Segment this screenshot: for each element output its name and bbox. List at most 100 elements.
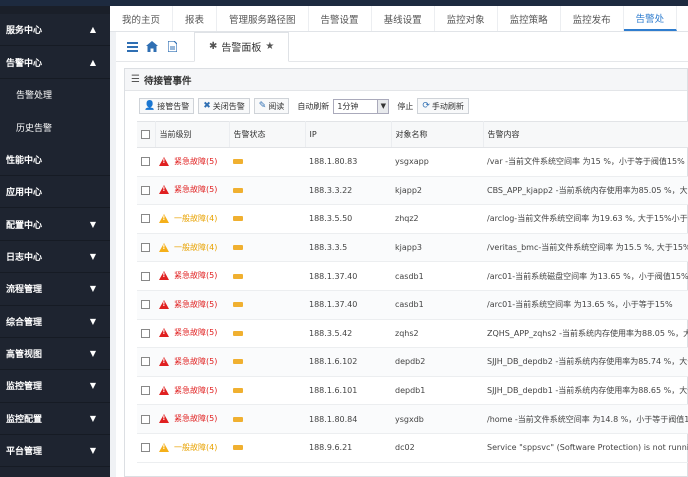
- refresh-interval-select[interactable]: 1分钟 ▼: [333, 98, 390, 114]
- sidebar-item[interactable]: 综合管理 ▼: [0, 306, 110, 338]
- sidebar-item[interactable]: 平台管理 ▼: [0, 435, 110, 468]
- nav-tab[interactable]: 告警设置: [309, 6, 372, 31]
- sidebar-item[interactable]: 应用中心: [0, 176, 110, 209]
- row-checkbox[interactable]: [141, 357, 150, 367]
- warning-icon: [159, 385, 169, 395]
- status-badge: [233, 330, 243, 336]
- table-row[interactable]: 紧急故障(5) 188.1.80.83ysgxapp/var -当前文件系统空间率…: [137, 147, 688, 177]
- sidebar-item[interactable]: 性能中心: [0, 144, 110, 176]
- stop-button[interactable]: 停止: [397, 101, 413, 112]
- sidebar-item[interactable]: 历史告警: [0, 111, 110, 144]
- col-header-content[interactable]: 告警内容: [483, 121, 688, 148]
- content-cell: /arc01-当前系统磁盘空间率 为13.65 %，小于阀值15%: [483, 261, 688, 291]
- sidebar-item[interactable]: 日志中心 ▼: [0, 241, 110, 274]
- sidebar-item[interactable]: 告警中心 ▲: [0, 46, 110, 79]
- sidebar-item-label: 服务中心: [6, 26, 43, 37]
- ip-cell: 188.3.5.50: [305, 204, 391, 234]
- content-cell: Service "sppsvc" (Software Protection) i…: [483, 433, 688, 463]
- ip-cell: 188.3.5.42: [305, 319, 391, 349]
- row-checkbox[interactable]: [141, 443, 150, 453]
- sidebar-item-label: 监控管理: [6, 382, 43, 393]
- table-row[interactable]: 紧急故障(5) 188.1.6.102depdb2SJJH_DB_depdb2 -…: [137, 347, 688, 377]
- table-row[interactable]: 紧急故障(5) 188.1.6.101depdb1SJJH_DB_depdb1 -…: [137, 376, 688, 406]
- table-row[interactable]: 紧急故障(5) 188.3.3.22kjapp2CBS_APP_kjapp2 -当…: [137, 176, 688, 206]
- row-select-cell: [137, 233, 155, 263]
- sidebar-item-label: 日志中心: [6, 252, 43, 263]
- col-header-status[interactable]: 告警状态: [229, 121, 306, 148]
- level-text: 紧急故障(5): [174, 385, 218, 395]
- ip-cell: 188.9.6.21: [305, 433, 391, 463]
- sidebar-item-label: 平台管理: [6, 447, 43, 458]
- object-cell: kjapp3: [391, 233, 483, 263]
- nav-tab[interactable]: 监控策略: [498, 6, 561, 31]
- document-icon[interactable]: [164, 39, 180, 55]
- chevron-down-icon: ▼: [89, 381, 96, 391]
- table-row[interactable]: 紧急故障(5) 188.1.37.40casdb1/arc01-当前系统磁盘空间率…: [137, 261, 688, 291]
- nav-tab[interactable]: 监控对象: [435, 6, 498, 31]
- chevron-down-icon: ▼: [89, 251, 96, 261]
- table-row[interactable]: 紧急故障(5) 188.3.5.42zqhs2ZQHS_APP_zqhs2 -当前…: [137, 319, 688, 349]
- table-row[interactable]: 紧急故障(5) 188.1.37.40casdb1/arc01-当前系统空间率 为…: [137, 290, 688, 320]
- row-checkbox[interactable]: [141, 185, 150, 195]
- row-checkbox[interactable]: [141, 300, 150, 310]
- table-row[interactable]: 一般故障(4) 188.3.5.50zhqz2/arclog-当前文件系统空间率 …: [137, 204, 688, 234]
- row-checkbox[interactable]: [141, 414, 150, 424]
- table-row[interactable]: 一般故障(4) 188.9.6.21dc02Service "sppsvc" (S…: [137, 433, 688, 463]
- home-icon[interactable]: [144, 39, 160, 55]
- nav-tab[interactable]: 报表: [173, 6, 218, 31]
- pencil-icon: ✎: [258, 101, 267, 111]
- sidebar-item[interactable]: 高管视图 ▼: [0, 338, 110, 371]
- star-icon[interactable]: ★: [265, 41, 274, 52]
- events-table-body: 紧急故障(5) 188.1.80.83ysgxapp/var -当前文件系统空间率…: [137, 147, 688, 463]
- row-select-cell: [137, 176, 155, 206]
- col-header-object[interactable]: 对象名称: [391, 121, 484, 148]
- level-cell: 一般故障(4): [155, 433, 229, 463]
- main-content: ✱ 告警面板 ★ ☰ 待接管事件 👤 接管告警 ✖ 关闭告警 ✎ 阅读 自动刷新: [116, 31, 688, 477]
- ip-cell: 188.3.3.5: [305, 233, 391, 263]
- select-all-checkbox[interactable]: [141, 130, 150, 139]
- chevron-up-icon: ▲: [89, 57, 96, 67]
- row-checkbox[interactable]: [141, 243, 150, 253]
- sidebar-item[interactable]: 流程管理 ▼: [0, 273, 110, 306]
- row-checkbox[interactable]: [141, 214, 150, 224]
- object-cell: dc02: [391, 433, 483, 463]
- col-header-level[interactable]: 当前级别: [155, 121, 230, 148]
- level-text: 紧急故障(5): [174, 185, 218, 195]
- sidebar-item[interactable]: 监控配置 ▼: [0, 403, 110, 436]
- content-cell: /veritas_bmc-当前文件系统空间率 为15.5 %, 大于15%小于: [483, 233, 688, 263]
- table-header-row: 当前级别 告警状态 IP 对象名称 告警内容: [137, 121, 688, 148]
- close-alarm-button[interactable]: ✖ 关闭告警: [198, 98, 250, 114]
- table-row[interactable]: 紧急故障(5) 188.1.80.84ysgxdb/home -当前文件系统空间率…: [137, 404, 688, 434]
- nav-tab[interactable]: 基线设置: [372, 6, 435, 31]
- nav-tab[interactable]: 管理服务路径图: [217, 6, 309, 31]
- row-select-cell: [137, 261, 155, 291]
- take-over-button[interactable]: 👤 接管告警: [139, 98, 195, 114]
- level-cell: 紧急故障(5): [155, 319, 229, 349]
- sidebar-item[interactable]: 配置中心 ▼: [0, 208, 110, 241]
- table-row[interactable]: 一般故障(4) 188.3.3.5kjapp3/veritas_bmc-当前文件系…: [137, 233, 688, 263]
- sidebar-item[interactable]: 监控管理 ▼: [0, 370, 110, 403]
- status-cell: [229, 233, 305, 263]
- sidebar-item[interactable]: 告警处理: [0, 78, 110, 112]
- nav-tab[interactable]: 告警处: [623, 6, 678, 31]
- sidebar-item-label: 告警中心: [6, 58, 43, 69]
- menu-toggle-icon[interactable]: [124, 39, 140, 55]
- warning-icon: [159, 213, 169, 223]
- status-cell: [229, 290, 305, 320]
- nav-tab[interactable]: 我的主页: [110, 6, 174, 31]
- row-checkbox[interactable]: [141, 157, 150, 167]
- tab-alarm-panel[interactable]: ✱ 告警面板 ★: [194, 31, 290, 62]
- manual-refresh-button[interactable]: ⟳ 手动刷新: [417, 98, 469, 114]
- sidebar-item-label: 监控配置: [6, 414, 43, 425]
- row-checkbox[interactable]: [141, 386, 150, 396]
- gear-icon: ✱: [209, 41, 218, 52]
- list-icon: ☰: [131, 74, 140, 85]
- row-checkbox[interactable]: [141, 271, 150, 281]
- nav-tab[interactable]: 监控发布: [561, 6, 624, 31]
- chevron-down-icon: ▼: [377, 99, 389, 113]
- status-badge: [233, 159, 243, 165]
- row-checkbox[interactable]: [141, 328, 150, 338]
- edit-button[interactable]: ✎ 阅读: [253, 98, 290, 114]
- col-header-ip[interactable]: IP: [305, 121, 392, 148]
- sidebar-item[interactable]: 服务中心 ▲: [0, 14, 110, 47]
